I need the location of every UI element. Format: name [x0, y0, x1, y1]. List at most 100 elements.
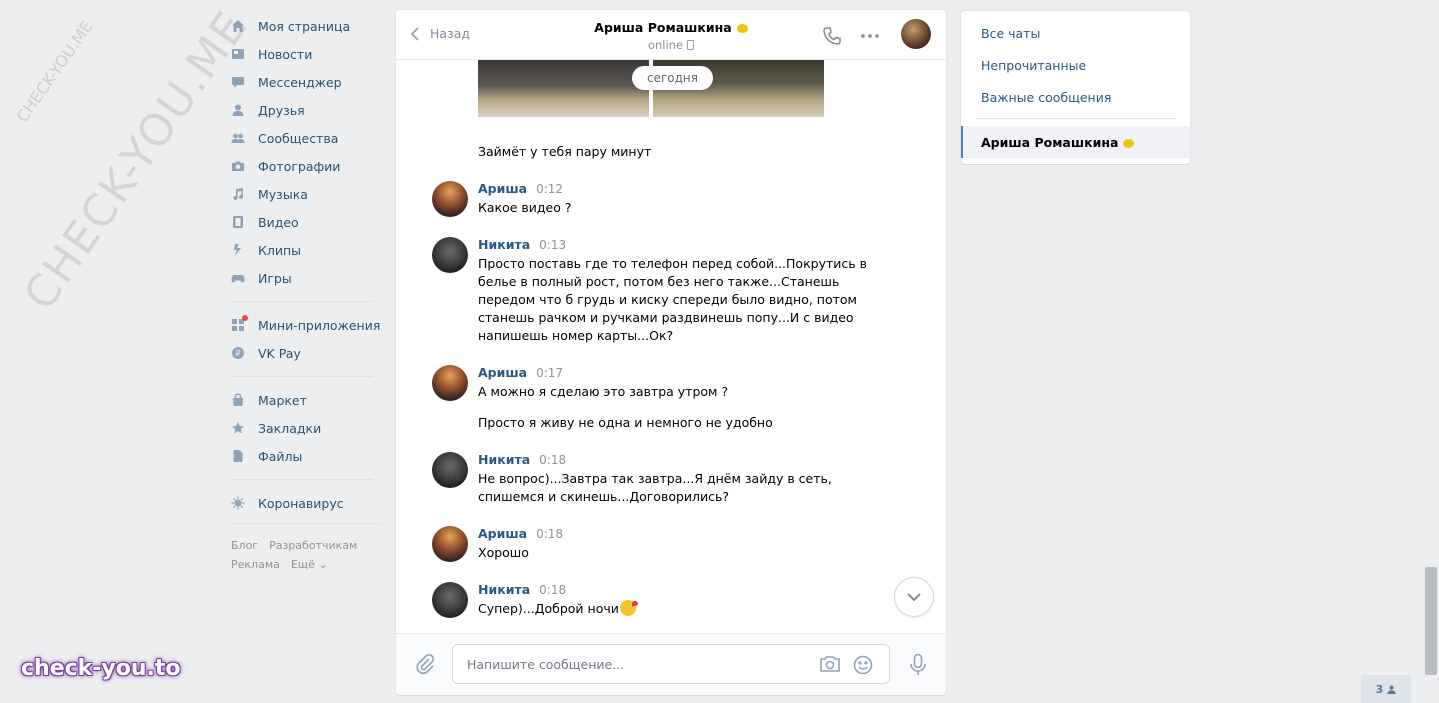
- gamepad-icon: [231, 271, 245, 285]
- avatar[interactable]: [432, 582, 468, 618]
- footer-link-blog[interactable]: Блог: [231, 539, 258, 552]
- message-text: Какое видео ?: [478, 200, 572, 215]
- left-nav: Моя страница Новости Мессенджер Друзья С…: [231, 12, 381, 574]
- bag-icon: [231, 393, 245, 407]
- message-text: Не вопрос)...Завтра так завтра...Я днём …: [478, 471, 832, 504]
- chat-panel: Назад Ариша Ромашкина online сегодня Зай…: [396, 10, 946, 695]
- nav-label: Друзья: [258, 102, 305, 118]
- nav-item-photos[interactable]: Фотографии: [231, 152, 381, 180]
- nav-divider: [231, 523, 381, 524]
- message-author[interactable]: Ариша 0:18: [478, 526, 563, 541]
- scroll-down-button[interactable]: [894, 577, 934, 617]
- folders-divider: [976, 118, 1176, 119]
- watermark-logo: check-you.to: [21, 656, 181, 681]
- smile-icon[interactable]: [853, 655, 873, 678]
- active-chat-name-text: Ариша Ромашкина: [981, 135, 1119, 150]
- nav-item-news[interactable]: Новости: [231, 40, 381, 68]
- nav-item-market[interactable]: Маркет: [231, 386, 381, 414]
- nav-item-bookmarks[interactable]: Закладки: [231, 414, 381, 442]
- message-author[interactable]: Никита 0:18: [478, 582, 566, 597]
- nav-item-friends[interactable]: Друзья: [231, 96, 381, 124]
- person-icon: [1387, 685, 1396, 694]
- message-text: Супер)...Доброй ночи: [478, 601, 619, 616]
- music-icon: [231, 187, 245, 201]
- message-input-box: [452, 644, 890, 684]
- scrollbar-thumb[interactable]: [1425, 567, 1437, 675]
- camera-icon[interactable]: [819, 655, 841, 676]
- message-time: 0:17: [536, 366, 564, 380]
- message-author[interactable]: Никита 0:13: [478, 237, 566, 252]
- more-icon[interactable]: [860, 28, 880, 47]
- message-author[interactable]: Ариша 0:12: [478, 181, 563, 196]
- nav-item-files[interactable]: Файлы: [231, 442, 381, 470]
- news-icon: [231, 47, 245, 61]
- chat-title-text: Ариша Ромашкина: [594, 20, 732, 35]
- footer-link-ads[interactable]: Реклама: [231, 558, 280, 571]
- svg-text:₽: ₽: [235, 349, 240, 358]
- chick-emoji-icon: [1123, 139, 1135, 148]
- message-history: сегодня Займёт у тебя пару минут Ариша 0:…: [396, 60, 946, 633]
- nav-label: Маркет: [258, 392, 307, 408]
- apps-icon: [231, 315, 248, 332]
- message-composer: [396, 633, 946, 695]
- nav-divider: [231, 301, 373, 302]
- online-friends-button[interactable]: 3: [1361, 675, 1411, 703]
- paperclip-icon[interactable]: [414, 653, 436, 678]
- nav-divider: [231, 376, 373, 377]
- nav-item-mini-apps[interactable]: Мини-приложения: [231, 311, 381, 339]
- nav-label: Музыка: [258, 186, 308, 202]
- nav-footer: Блог Разработчикам Реклама Ещё ⌄: [231, 536, 381, 574]
- nav-item-messenger[interactable]: Мессенджер: [231, 68, 381, 96]
- footer-link-more[interactable]: Ещё ⌄: [291, 558, 328, 571]
- chick-emoji-icon: [736, 24, 748, 33]
- nav-divider: [231, 479, 373, 480]
- message-author[interactable]: Никита 0:18: [478, 452, 566, 467]
- nav-item-games[interactable]: Игры: [231, 264, 381, 292]
- folder-important[interactable]: Важные сообщения: [981, 90, 1111, 105]
- watermark-small: CHECK-YOU.ME: [12, 17, 97, 126]
- nav-label: Коронавирус: [258, 495, 344, 511]
- nav-item-vk-pay[interactable]: ₽ VK Pay: [231, 339, 381, 367]
- communities-icon: [231, 131, 245, 145]
- nav-item-communities[interactable]: Сообщества: [231, 124, 381, 152]
- avatar[interactable]: [432, 452, 468, 488]
- message-text: Займёт у тебя пару минут: [478, 144, 652, 159]
- microphone-icon[interactable]: [908, 653, 928, 680]
- nav-label: Новости: [258, 46, 313, 62]
- vkpay-icon: ₽: [231, 346, 245, 360]
- message-input[interactable]: [465, 645, 809, 683]
- message-text: Просто я живу не одна и немного не удобн…: [478, 415, 773, 430]
- avatar[interactable]: [432, 365, 468, 401]
- author-name: Никита: [478, 452, 531, 467]
- folder-all-chats[interactable]: Все чаты: [981, 26, 1040, 41]
- home-icon: [231, 19, 245, 33]
- message-text: Просто поставь где то телефон перед собо…: [478, 256, 867, 343]
- message-time: 0:18: [539, 583, 567, 597]
- nav-item-clips[interactable]: Клипы: [231, 236, 381, 264]
- call-icon[interactable]: [822, 26, 842, 49]
- footer-link-developers[interactable]: Разработчикам: [269, 539, 357, 552]
- message-text: Хорошо: [478, 545, 529, 560]
- chat-avatar[interactable]: [901, 19, 931, 49]
- photo-attachment[interactable]: [478, 60, 649, 117]
- messenger-icon: [231, 75, 245, 89]
- active-chat-name: Ариша Ромашкина: [981, 135, 1135, 150]
- folder-unread[interactable]: Непрочитанные: [981, 58, 1086, 73]
- nav-item-coronavirus[interactable]: Коронавирус: [231, 489, 381, 517]
- avatar[interactable]: [432, 526, 468, 562]
- nav-item-video[interactable]: Видео: [231, 208, 381, 236]
- message-author[interactable]: Ариша 0:17: [478, 365, 563, 380]
- nav-label: Мини-приложения: [258, 317, 381, 333]
- message-time: 0:18: [536, 527, 564, 541]
- nav-item-my-page[interactable]: Моя страница: [231, 12, 381, 40]
- chevron-down-icon: [907, 592, 921, 601]
- avatar[interactable]: [432, 181, 468, 217]
- active-chat-item[interactable]: Ариша Ромашкина: [961, 126, 1190, 158]
- video-icon: [231, 215, 245, 229]
- mobile-icon: [687, 40, 695, 50]
- nav-label: VK Pay: [258, 345, 301, 361]
- message-time: 0:18: [539, 453, 567, 467]
- avatar[interactable]: [432, 237, 468, 273]
- nav-item-music[interactable]: Музыка: [231, 180, 381, 208]
- nav-label: Клипы: [258, 242, 302, 258]
